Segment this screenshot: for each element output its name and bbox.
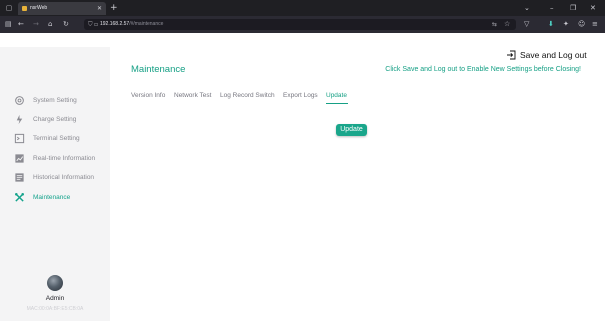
chart-icon: [15, 154, 24, 163]
tab-network-test[interactable]: Network Test: [174, 91, 211, 101]
browser-toolbar: ▤ ← → ⌂ ↻ ⛉ ▫ 192.168.2.57/#/maintenance…: [0, 16, 605, 33]
sidebar-item-historical-information[interactable]: Historical Information: [14, 170, 108, 184]
back-arrow-icon[interactable]: ←: [18, 20, 24, 29]
tab-list-icon[interactable]: ▢: [5, 4, 13, 12]
tab-version-info[interactable]: Version Info: [131, 91, 165, 101]
pocket-icon[interactable]: ▽: [524, 20, 529, 29]
tab-update[interactable]: Update: [326, 91, 347, 101]
save-notice: Click Save and Log out to Enable New Set…: [385, 66, 581, 73]
browser-tab[interactable]: nsrWeb ✕: [18, 2, 106, 15]
extension-icon[interactable]: ✦: [563, 20, 569, 29]
address-bar-url: 192.168.2.57/#/maintenance: [100, 20, 163, 29]
url-path: /#/maintenance: [129, 21, 164, 27]
sidebar-item-label: Historical Information: [33, 174, 95, 181]
sidebar-item-label: Maintenance: [33, 194, 71, 201]
tools-icon: [15, 193, 24, 202]
sidebar-item-label: System Setting: [33, 97, 77, 104]
translate-icon[interactable]: ⇆: [492, 20, 497, 29]
restore-icon[interactable]: ❐: [570, 3, 576, 13]
terminal-icon: [14, 133, 25, 144]
menu-icon[interactable]: ≡: [592, 20, 598, 29]
page-title: Maintenance: [131, 64, 186, 75]
sidebar-item-charge-setting[interactable]: Charge Setting: [14, 112, 108, 126]
sidebar-toggle-icon[interactable]: ▤: [5, 20, 12, 29]
sidebar-item-label: Charge Setting: [33, 116, 77, 123]
home-icon[interactable]: ⌂: [48, 20, 52, 29]
logout-icon: [507, 50, 516, 60]
lock-icon[interactable]: ▫: [94, 20, 98, 29]
forward-arrow-icon[interactable]: →: [33, 20, 39, 29]
tab-export-logs[interactable]: Export Logs: [283, 91, 318, 101]
update-button[interactable]: Update: [336, 124, 367, 136]
tab-overflow-chevron-icon[interactable]: ⌄: [524, 3, 530, 13]
account-icon[interactable]: ☺: [578, 20, 585, 29]
site-favicon-icon: [22, 6, 27, 11]
mac-address: MAC:00:0A:BF:E5:CB:0A: [26, 306, 84, 312]
user-name: Admin: [45, 295, 65, 302]
sidebar-item-real-time-information[interactable]: Real-time Information: [14, 151, 108, 165]
sidebar-item-maintenance[interactable]: Maintenance: [14, 190, 108, 204]
minimize-icon[interactable]: –: [550, 3, 554, 13]
url-host: 192.168.2.57: [100, 21, 130, 27]
download-icon[interactable]: ⬇: [548, 20, 554, 29]
reload-icon[interactable]: ↻: [63, 20, 69, 29]
shield-icon[interactable]: ⛉: [88, 20, 93, 29]
browser-tab-title: nsrWeb: [30, 5, 48, 11]
new-tab-icon[interactable]: +: [110, 3, 118, 13]
history-icon: [15, 173, 24, 182]
sidebar-item-label: Terminal Setting: [33, 135, 80, 142]
window-close-icon[interactable]: ✕: [590, 3, 596, 13]
avatar[interactable]: [47, 275, 63, 291]
charge-icon: [16, 114, 23, 125]
address-bar[interactable]: ⛉ ▫ 192.168.2.57/#/maintenance ⇆ ☆: [84, 19, 516, 30]
save-and-logout-label: Save and Log out: [520, 50, 587, 60]
gear-icon: [15, 96, 24, 105]
sidebar-item-terminal-setting[interactable]: Terminal Setting: [14, 131, 108, 145]
bookmark-star-icon[interactable]: ☆: [504, 20, 510, 29]
tab-log-record-switch[interactable]: Log Record Switch: [220, 91, 275, 101]
active-tab-indicator: [326, 103, 348, 104]
app-window: ▢ nsrWeb ✕ + ⌄ – ❐ ✕ ▤ ← → ⌂ ↻ ⛉ ▫ 192.1…: [0, 0, 605, 321]
sidebar-item-label: Real-time Information: [33, 155, 96, 162]
browser-tab-strip: ▢ nsrWeb ✕ + ⌄ – ❐ ✕: [0, 0, 605, 16]
close-tab-icon[interactable]: ✕: [97, 4, 102, 13]
sidebar-item-system-setting[interactable]: System Setting: [14, 93, 108, 107]
